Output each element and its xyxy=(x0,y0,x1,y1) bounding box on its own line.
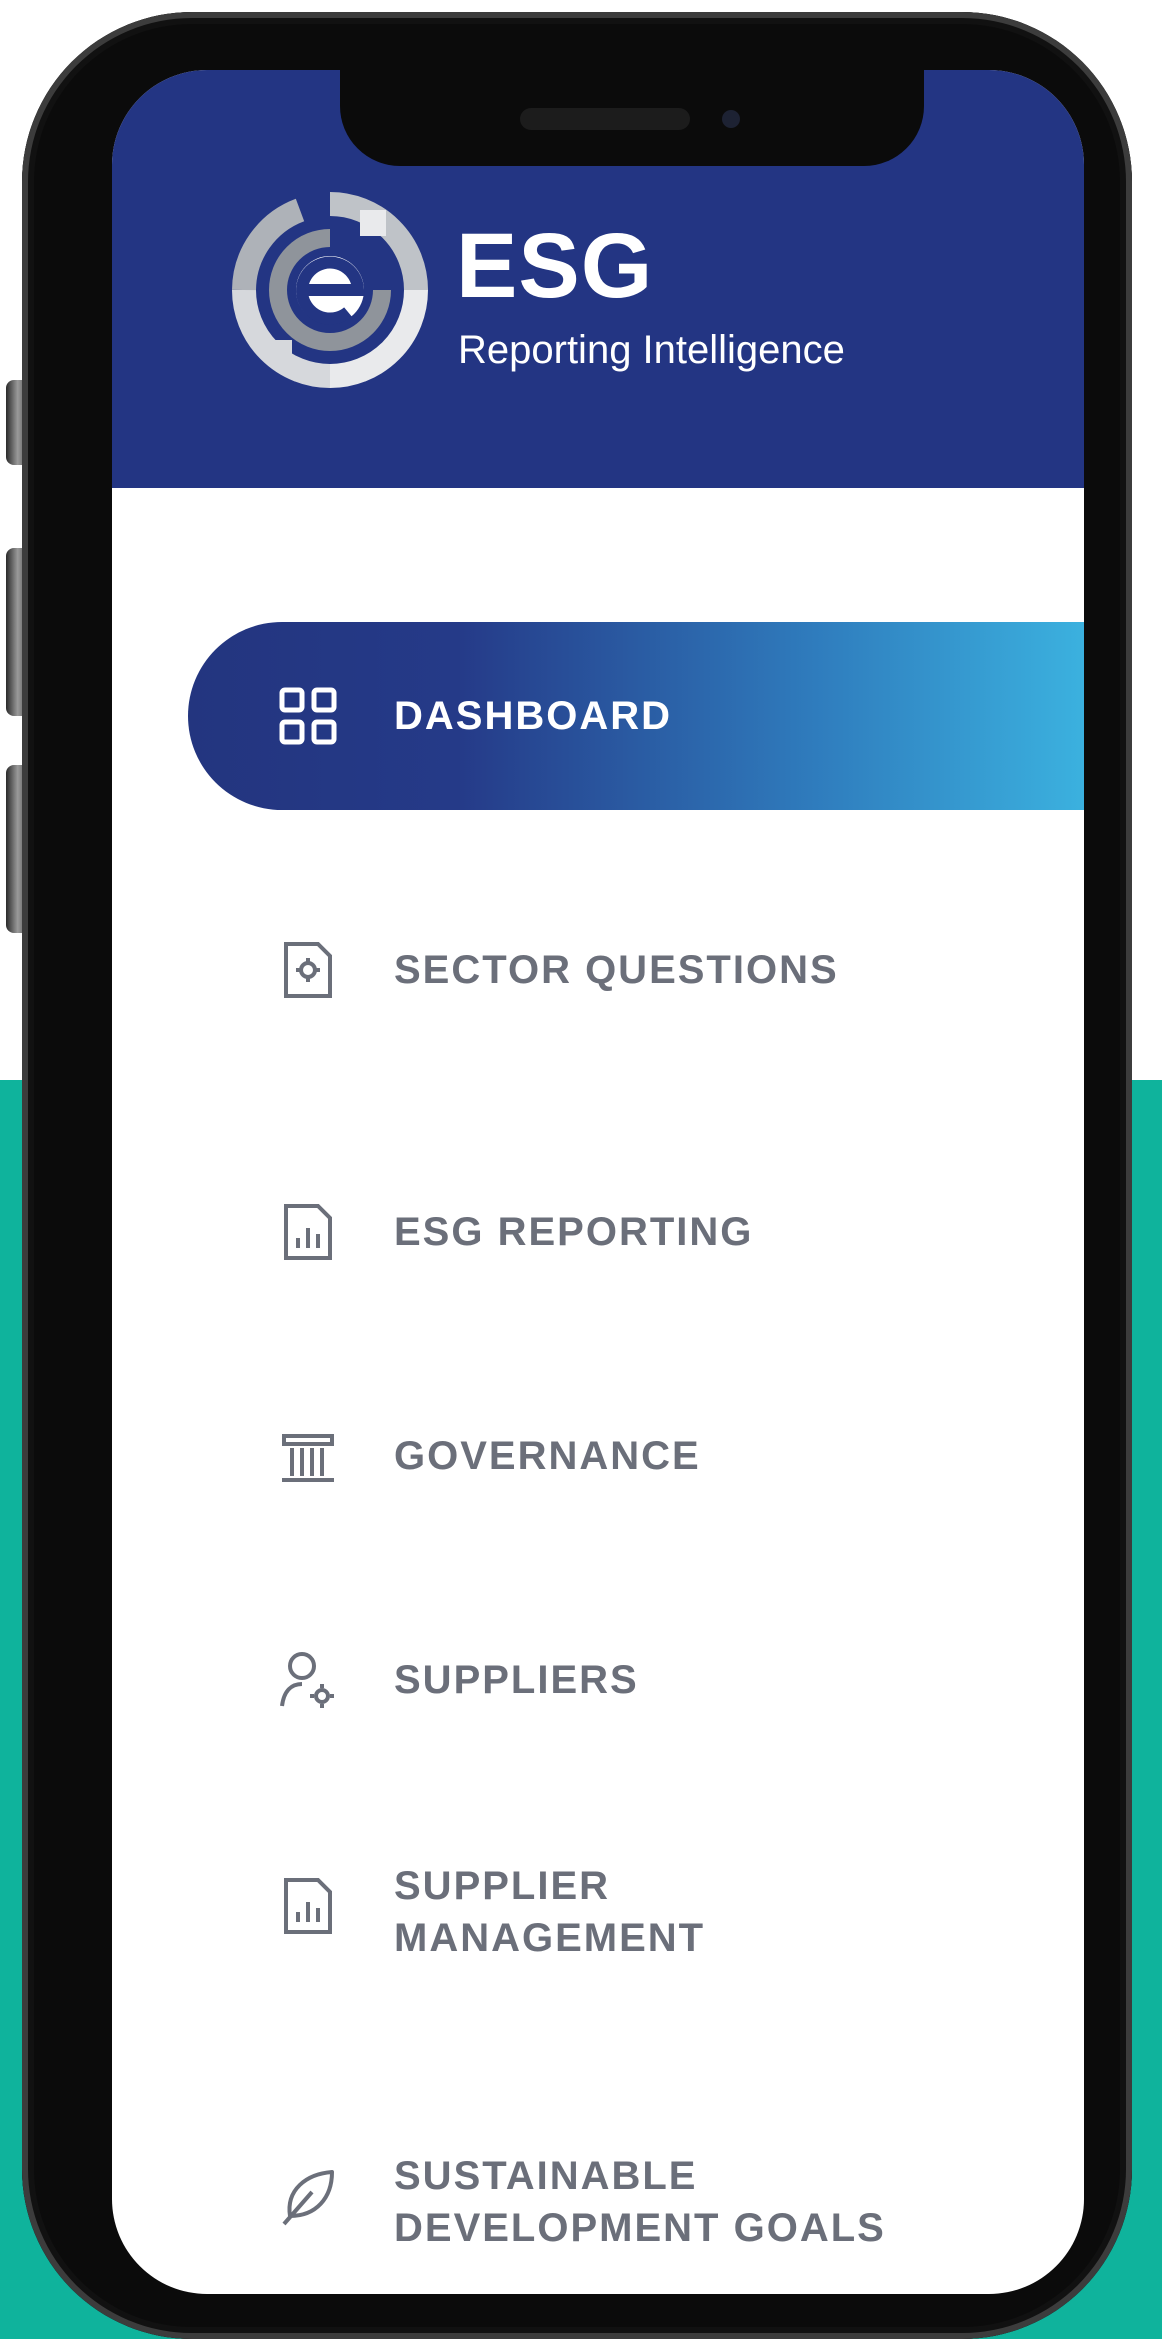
menu-item-esg-reporting[interactable]: ESG REPORTING xyxy=(112,1172,1084,1292)
menu-item-label: SUPPLIERS xyxy=(394,1658,639,1702)
user-gear-icon xyxy=(280,1652,334,1708)
menu-item-label: SECTOR QUESTIONS xyxy=(394,948,839,992)
menu-item-sector-questions[interactable]: SECTOR QUESTIONS xyxy=(112,910,1084,1030)
brand-subtitle: Reporting Intelligence xyxy=(458,328,845,372)
menu-item-suppliers[interactable]: SUPPLIERS xyxy=(112,1620,1084,1740)
menu-item-label-line1: SUSTAINABLE xyxy=(394,2154,698,2198)
grid-icon xyxy=(279,687,337,745)
leaf-icon xyxy=(282,2170,334,2226)
app-screen: ESG Reporting Intelligence DASHBOARD SEC… xyxy=(112,70,1084,2294)
menu-item-label: GOVERNANCE xyxy=(394,1434,701,1478)
menu-item-label-line2: MANAGEMENT xyxy=(394,1916,706,1960)
esg-logo-icon xyxy=(232,192,428,388)
menu-item-sustainable-development-goals[interactable]: SUSTAINABLE DEVELOPMENT GOALS xyxy=(112,2150,1084,2280)
report-chart-icon xyxy=(284,1204,332,1260)
phone-camera xyxy=(722,110,740,128)
phone-speaker xyxy=(520,108,690,130)
document-gear-icon xyxy=(284,942,332,998)
menu-item-label-line1: SUPPLIER xyxy=(394,1864,611,1908)
phone-frame: ESG Reporting Intelligence DASHBOARD SEC… xyxy=(22,12,1132,2339)
menu-item-dashboard[interactable]: DASHBOARD xyxy=(112,622,1084,810)
menu-item-label-line2: DEVELOPMENT GOALS xyxy=(394,2206,886,2250)
menu-item-governance[interactable]: GOVERNANCE xyxy=(112,1396,1084,1516)
report-chart-icon xyxy=(284,1878,332,1934)
menu-item-label: DASHBOARD xyxy=(394,694,672,738)
app-stage: ESG Reporting Intelligence DASHBOARD SEC… xyxy=(0,0,1162,2339)
brand-title: ESG xyxy=(456,215,654,317)
menu-item-label: ESG REPORTING xyxy=(394,1210,754,1254)
menu-item-supplier-management[interactable]: SUPPLIER MANAGEMENT xyxy=(112,1860,1084,1990)
building-icon xyxy=(282,1434,334,1482)
